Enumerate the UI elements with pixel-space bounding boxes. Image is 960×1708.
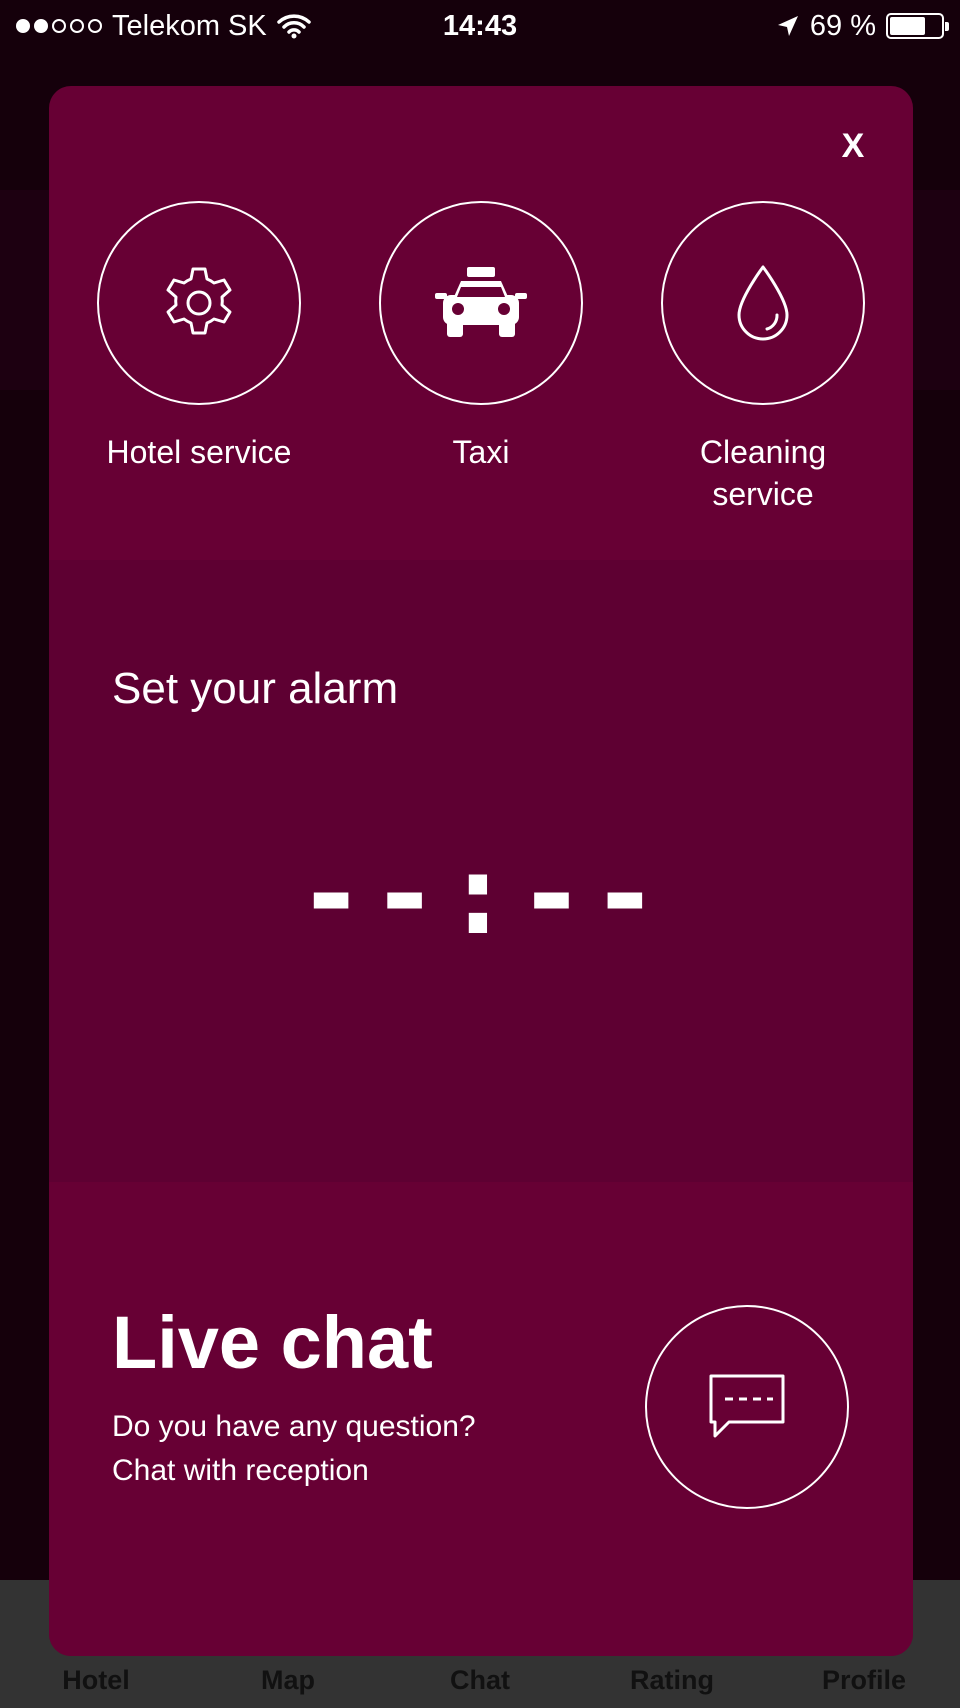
live-chat-section: Live chat Do you have any question? Chat…: [49, 1182, 913, 1656]
taxi-icon: [435, 267, 527, 337]
wifi-icon: [276, 14, 311, 39]
tab-map[interactable]: Map: [192, 1665, 384, 1696]
status-left: Telekom SK: [16, 10, 311, 43]
carrier-name: Telekom SK: [112, 9, 267, 42]
service-cleaning-circle[interactable]: [661, 201, 865, 405]
battery-icon: [886, 13, 949, 39]
location-arrow-icon: [777, 16, 798, 36]
tab-chat[interactable]: Chat: [384, 1665, 576, 1696]
service-cleaning[interactable]: Cleaning service: [643, 201, 883, 515]
gear-icon: [166, 267, 232, 335]
service-hotel-label: Hotel service: [106, 434, 292, 470]
tab-rating[interactable]: Rating: [576, 1665, 768, 1696]
tab-hotel[interactable]: Hotel: [0, 1665, 192, 1696]
signal-strength-icon: [16, 19, 102, 33]
live-chat-button[interactable]: [645, 1305, 849, 1509]
droplet-icon: [737, 265, 789, 341]
service-hotel-circle[interactable]: [97, 201, 301, 405]
live-chat-subtitle-line1: Do you have any question?: [112, 1410, 476, 1443]
tab-profile[interactable]: Profile: [768, 1665, 960, 1696]
service-taxi-circle[interactable]: [379, 201, 583, 405]
service-taxi-label: Taxi: [452, 434, 510, 470]
live-chat-subtitle-line2: Chat with reception: [112, 1454, 369, 1487]
battery-percent: 69 %: [809, 9, 876, 42]
service-taxi[interactable]: Taxi: [361, 201, 601, 473]
battery-fill: [890, 17, 925, 35]
live-chat-title: Live chat: [112, 1301, 433, 1384]
status-bar: Telekom SK 14:43 69 %: [0, 0, 960, 52]
status-right: 69 %: [776, 9, 949, 43]
chat-bubble-icon: [709, 1374, 785, 1438]
services-section: Hotel service Taxi Cleaning service: [49, 86, 913, 560]
services-modal: X Hotel service Taxi Cleaning service Se…: [49, 86, 913, 1656]
alarm-section[interactable]: Set your alarm --:--: [49, 560, 913, 1182]
alarm-title: Set your alarm: [112, 664, 399, 713]
service-hotel[interactable]: Hotel service: [79, 201, 319, 473]
alarm-time-display[interactable]: --:--: [49, 830, 913, 960]
service-cleaning-label: Cleaning service: [699, 434, 827, 512]
